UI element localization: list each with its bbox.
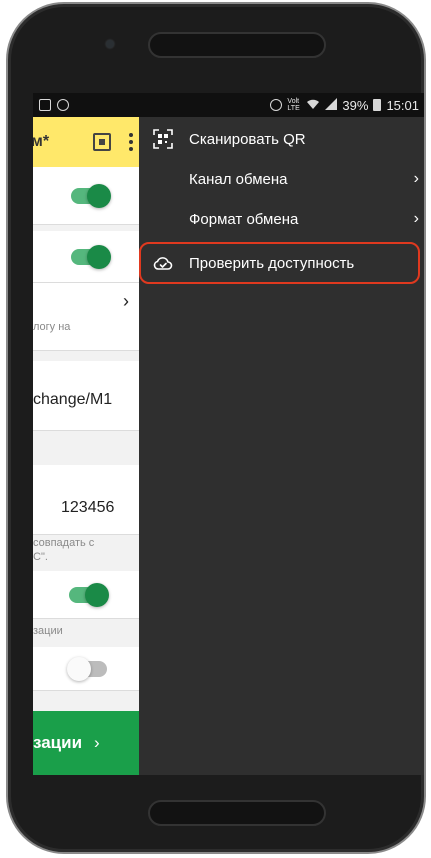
- setting-row-1: [33, 167, 139, 225]
- alarm-icon: [270, 99, 283, 111]
- signal-icon: [325, 97, 338, 113]
- chevron-right-icon: ›: [123, 291, 129, 311]
- toolbar-title: м*: [33, 133, 50, 150]
- menu-item-label: Канал обмена: [189, 170, 288, 188]
- menu-item-label: Проверить доступность: [189, 254, 355, 272]
- clock: 15:01: [386, 97, 419, 113]
- volte-indicator: Volt LTE: [287, 98, 300, 112]
- qr-icon[interactable]: [93, 133, 111, 151]
- chevron-right-icon: ›: [413, 210, 419, 227]
- screen: Volt LTE 39% 15:01 м*: [33, 93, 424, 775]
- toggle-switch-2[interactable]: [71, 245, 111, 269]
- setting-value-1: change/M1: [33, 391, 113, 408]
- app-toolbar: м*: [33, 117, 139, 167]
- setting-row-7: [33, 647, 139, 691]
- setting-row-6: [33, 571, 139, 619]
- setting-hint-3-block: зации: [33, 619, 139, 647]
- status-bar: Volt LTE 39% 15:01: [33, 93, 424, 117]
- overflow-menu: Сканировать QR Канал обмена › Формат обм…: [139, 117, 424, 775]
- toggle-switch-4[interactable]: [67, 657, 107, 681]
- toggle-switch-3[interactable]: [69, 583, 109, 607]
- primary-action-label: зации: [33, 733, 83, 752]
- menu-item-label: Формат обмена: [189, 210, 299, 228]
- wifi-icon: [306, 98, 320, 113]
- qr-icon: [153, 129, 173, 149]
- setting-row-5[interactable]: 123456: [33, 465, 139, 535]
- primary-action-button[interactable]: зации ›: [33, 711, 139, 775]
- setting-row-2: [33, 231, 139, 283]
- setting-hint-2-block: совпадать с С".: [33, 535, 139, 571]
- image-notification-icon: [39, 99, 51, 111]
- setting-hint-3: зации: [33, 625, 63, 637]
- setting-value-2: 123456: [61, 499, 115, 516]
- bottom-speaker: [148, 800, 326, 826]
- menu-item-exchange-format[interactable]: Формат обмена ›: [139, 199, 424, 239]
- background-settings-screen: м* › логу на change/M1: [33, 117, 139, 775]
- cloud-check-icon: [153, 253, 173, 273]
- front-camera: [106, 40, 114, 48]
- setting-hint-1: логу на: [33, 321, 71, 333]
- setting-hint-2: совпадать с: [33, 537, 95, 549]
- camera-notification-icon: [57, 99, 69, 111]
- setting-row-3[interactable]: › логу на: [33, 283, 139, 351]
- phone-frame: Volt LTE 39% 15:01 м*: [6, 2, 426, 854]
- menu-item-label: Сканировать QR: [189, 130, 306, 148]
- chevron-right-icon: ›: [413, 170, 419, 187]
- overflow-menu-icon[interactable]: [129, 133, 133, 151]
- setting-hint-2b: С".: [33, 551, 48, 563]
- battery-icon: [373, 99, 382, 111]
- menu-item-check-availability[interactable]: Проверить доступность: [139, 243, 424, 283]
- setting-row-4[interactable]: change/M1: [33, 361, 139, 431]
- battery-percent: 39%: [342, 97, 369, 113]
- chevron-right-icon: ›: [94, 733, 100, 752]
- toggle-switch-1[interactable]: [71, 184, 111, 208]
- menu-item-scan-qr[interactable]: Сканировать QR: [139, 119, 424, 159]
- menu-item-exchange-channel[interactable]: Канал обмена ›: [139, 159, 424, 199]
- top-speaker: [148, 32, 326, 58]
